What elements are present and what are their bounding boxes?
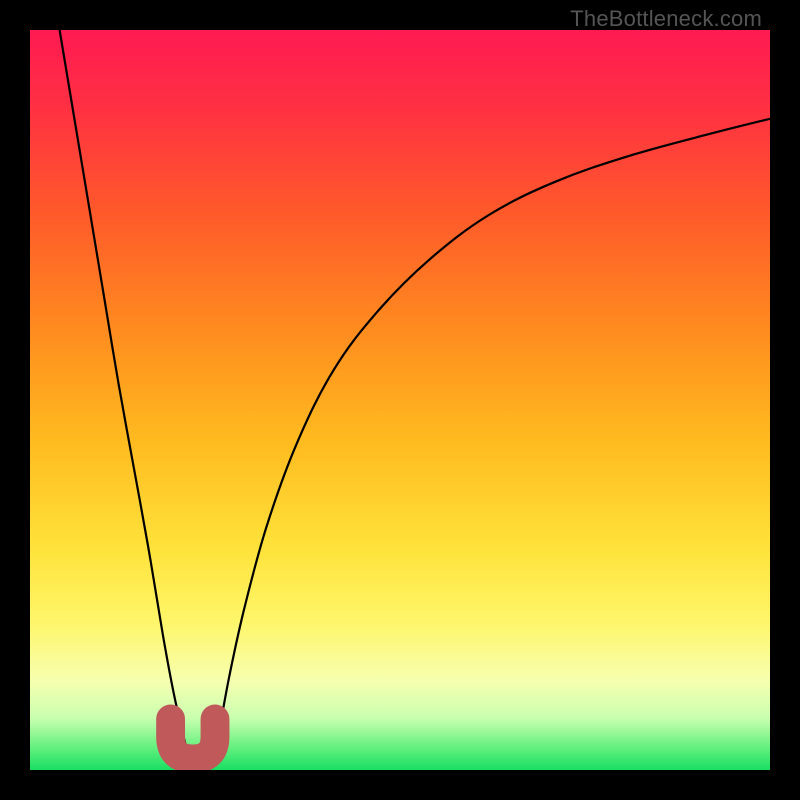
left-branch-curve bbox=[60, 30, 192, 766]
plot-area bbox=[30, 30, 770, 770]
markers-group bbox=[171, 719, 224, 759]
frame: TheBottleneck.com bbox=[0, 0, 800, 800]
right-branch-curve bbox=[211, 119, 770, 767]
curves-layer bbox=[30, 30, 770, 770]
u-marker bbox=[171, 719, 215, 759]
watermark-text: TheBottleneck.com bbox=[570, 6, 762, 32]
dot-marker bbox=[209, 740, 224, 755]
